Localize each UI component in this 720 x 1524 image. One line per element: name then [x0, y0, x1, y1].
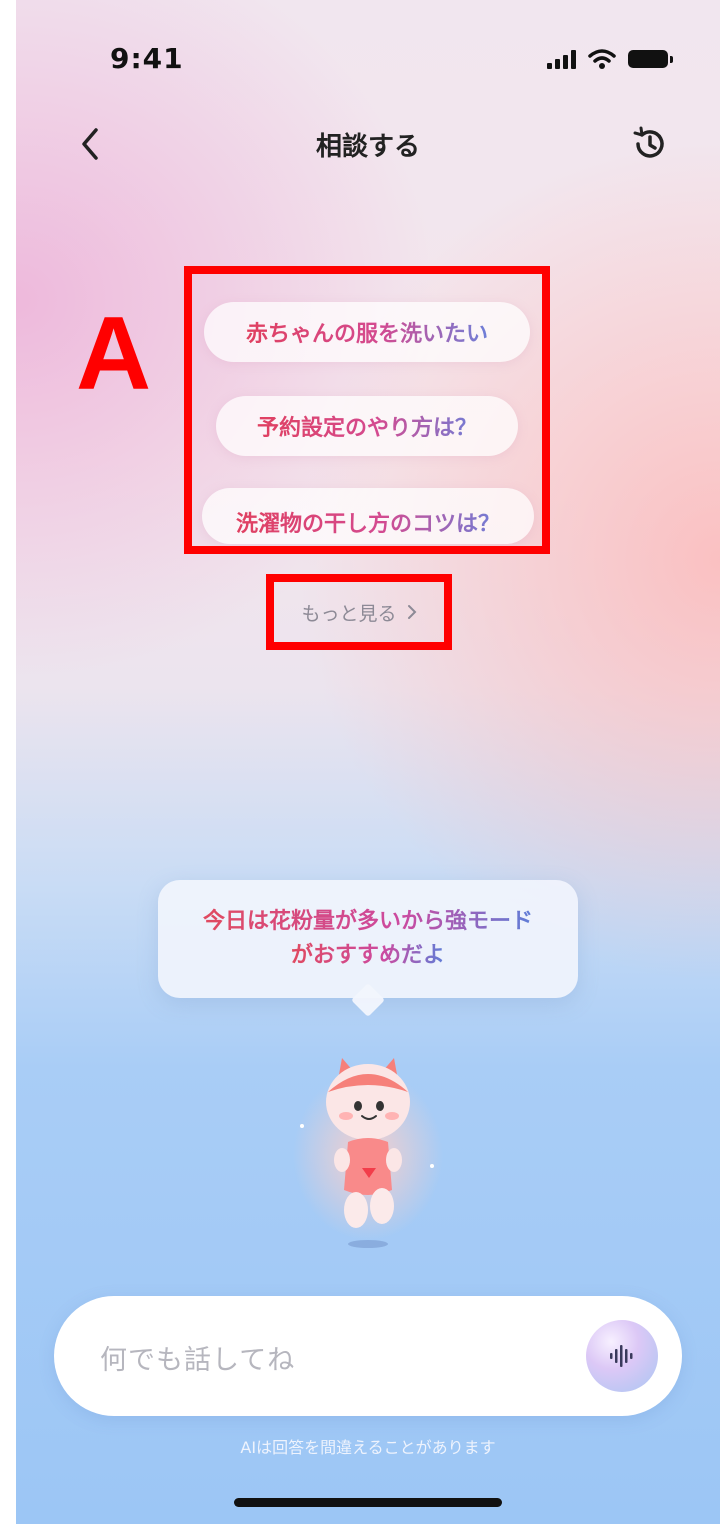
mascot-character [293, 1058, 443, 1248]
ai-disclaimer: AIは回答を間違えることがあります [240, 1438, 496, 1457]
annotation-box-see-more [266, 574, 452, 650]
wifi-icon [588, 49, 616, 69]
voice-input-button[interactable] [586, 1320, 658, 1392]
waveform-icon [610, 1345, 633, 1367]
annotation-box-suggestions [184, 266, 550, 554]
bubble-line-2: がおすすめだよ [291, 939, 445, 973]
bubble-line-1: 今日は花粉量が多いから強モード [203, 905, 533, 939]
history-icon [633, 126, 664, 158]
chat-input-field[interactable]: 何でも話してね [54, 1296, 682, 1416]
history-button[interactable] [630, 124, 670, 164]
page-title: 相談する [315, 132, 420, 162]
consult-screen: 9:41 相談する A 赤ちゃんの服を洗いたい 予約設定のやり方は？ 洗濯物の干… [16, 0, 720, 1524]
battery-icon [628, 50, 673, 68]
status-icons [547, 48, 673, 70]
home-indicator[interactable] [234, 1498, 502, 1507]
signal-icon [547, 49, 576, 69]
mascot-speech-bubble: 今日は花粉量が多いから強モード がおすすめだよ [158, 880, 578, 998]
chat-input-placeholder: 何でも話してね [100, 1345, 296, 1376]
status-time: 9:41 [110, 42, 184, 75]
annotation-label-a: A [76, 296, 152, 412]
